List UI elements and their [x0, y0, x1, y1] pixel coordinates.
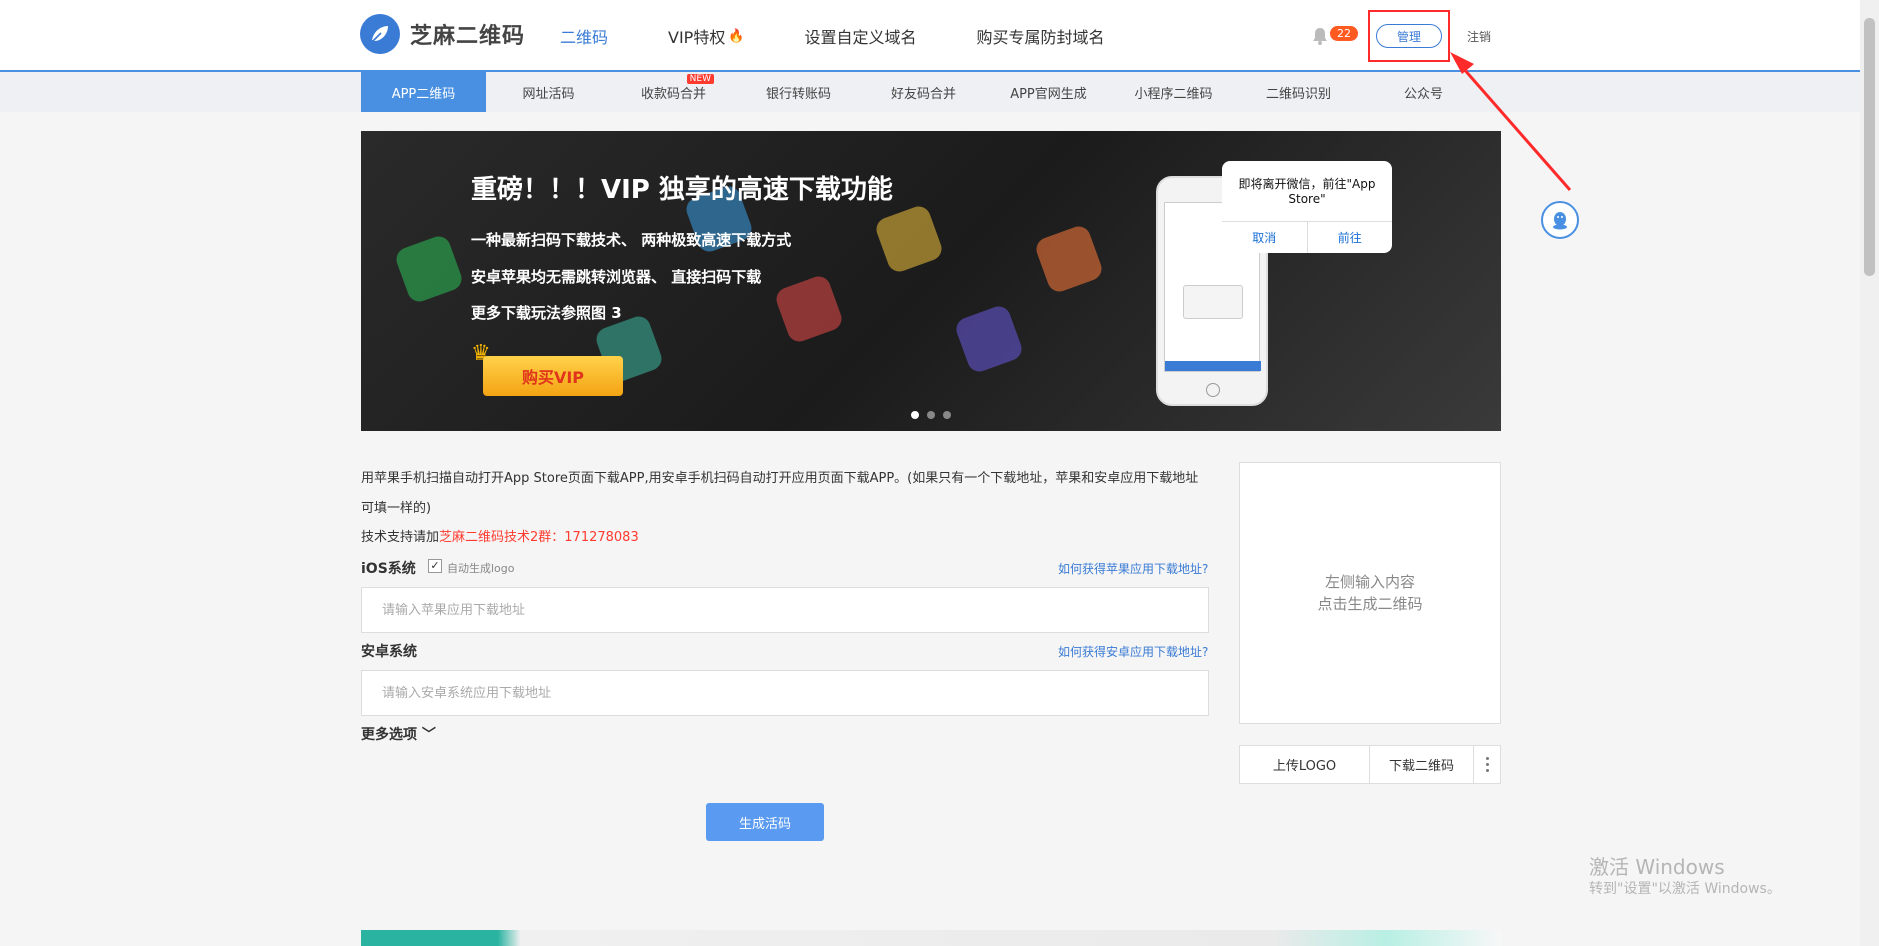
bottom-banner-peek [361, 930, 1501, 946]
windows-watermark-subtitle: 转到"设置"以激活 Windows。 [1589, 881, 1781, 897]
download-qr-button[interactable]: 下载二维码 [1369, 745, 1474, 784]
banner-line-2: 安卓苹果均无需跳转浏览器、 直接扫码下载 [471, 268, 762, 286]
more-options-label: 更多选项 [361, 727, 417, 743]
banner-line-3: 更多下载玩法参照图 3 [471, 304, 622, 322]
tab-miniprogram[interactable]: 小程序二维码 [1111, 72, 1236, 112]
windows-watermark-title: 激活 Windows [1589, 855, 1725, 879]
logo-text: 芝麻二维码 [410, 24, 526, 49]
app-tile-decor [773, 273, 845, 345]
dialog-go: 前往 [1337, 231, 1362, 245]
chevron-down-icon: ﹀ [421, 727, 436, 743]
scrollbar-thumb[interactable] [1864, 18, 1875, 276]
more-menu-button[interactable] [1473, 745, 1501, 784]
carousel-dots [911, 411, 951, 419]
buy-vip-button[interactable]: 购买VIP [483, 356, 623, 396]
qr-hint-line2: 点击生成二维码 [1317, 595, 1423, 613]
ios-label: iOS系统 [361, 561, 416, 577]
logo-leaf-icon [360, 14, 400, 54]
nav-qrcode[interactable]: 二维码 [560, 24, 608, 48]
support-prefix: 技术支持请加 [361, 530, 440, 545]
ios-help-link[interactable]: 如何获得苹果应用下载地址? [1058, 560, 1208, 577]
promo-banner[interactable]: 重磅！！！VIP 独享的高速下载功能 一种最新扫码下载技术、 两种极致高速下载方… [361, 131, 1501, 431]
tab-payment-merge-label: 收款码合并 [640, 86, 706, 102]
auto-logo-label: 自动生成logo [447, 562, 515, 575]
carousel-dot[interactable] [943, 411, 951, 419]
tab-app-qrcode[interactable]: APP二维码 [361, 72, 486, 112]
nav-vip-label: VIP特权 [668, 28, 726, 47]
android-label: 安卓系统 [361, 644, 417, 660]
description-text: 用苹果手机扫描自动打开App Store页面下载APP,用安卓手机扫码自动打开应… [361, 471, 1199, 516]
notification-badge: 22 [1330, 26, 1358, 41]
vertical-scrollbar[interactable] [1860, 0, 1879, 946]
tab-payment-merge[interactable]: 收款码合并 NEW [611, 72, 736, 112]
phone-home-button [1206, 383, 1220, 397]
banner-line-1: 一种最新扫码下载技术、 两种极致高速下载方式 [471, 231, 792, 249]
tab-app-site[interactable]: APP官网生成 [986, 72, 1111, 112]
app-store-dialog: 即将离开微信，前往"App Store" 取消 前往 [1222, 161, 1392, 253]
subtabs: APP二维码 网址活码 收款码合并 NEW 银行转账码 好友码合并 APP官网生成… [361, 72, 1486, 112]
android-url-input[interactable] [361, 670, 1209, 716]
qq-contact-icon[interactable] [1541, 201, 1579, 239]
tab-official-account[interactable]: 公众号 [1361, 72, 1486, 112]
more-options-toggle[interactable]: 更多选项 ﹀ [361, 724, 436, 744]
dialog-title: 即将离开微信，前往"App Store" [1238, 177, 1376, 206]
nav-custom-domain[interactable]: 设置自定义域名 [805, 24, 917, 48]
android-help-link[interactable]: 如何获得安卓应用下载地址? [1058, 643, 1208, 660]
generate-button[interactable]: 生成活码 [706, 803, 824, 841]
site-logo[interactable]: 芝麻二维码 [360, 14, 525, 54]
qr-hint-line1: 左侧输入内容 [1324, 573, 1415, 591]
dialog-cancel: 取消 [1222, 222, 1308, 253]
support-group-link[interactable]: 芝麻二维码技术2群：171278083 [439, 530, 639, 545]
qr-preview-panel: 左侧输入内容 点击生成二维码 [1239, 462, 1501, 724]
nav-vip[interactable]: VIP特权 🔥 [668, 24, 745, 48]
tab-qr-recognize[interactable]: 二维码识别 [1236, 72, 1361, 112]
top-header: 芝麻二维码 二维码 VIP特权 🔥 设置自定义域名 购买专属防封域名 22 管理 … [0, 0, 1860, 72]
tab-friend-merge[interactable]: 好友码合并 [861, 72, 986, 112]
bell-icon[interactable] [1310, 26, 1330, 46]
ios-url-input[interactable] [361, 587, 1209, 633]
support-text: 技术支持请加芝麻二维码技术2群：171278083 [361, 526, 639, 545]
fire-icon: 🔥 [728, 28, 745, 44]
more-vertical-icon [1485, 757, 1489, 772]
carousel-dot[interactable] [927, 411, 935, 419]
tab-url-dynamic[interactable]: 网址活码 [486, 72, 611, 112]
carousel-dot[interactable] [911, 411, 919, 419]
manage-button[interactable]: 管理 [1376, 24, 1442, 48]
banner-title: 重磅！！！VIP 独享的高速下载功能 [471, 175, 893, 205]
app-tile-decor [1033, 223, 1105, 295]
logout-link[interactable]: 注销 [1467, 28, 1491, 45]
tab-bank-transfer[interactable]: 银行转账码 [736, 72, 861, 112]
dialog-buttons: 取消 前往 [1222, 221, 1392, 253]
upload-logo-button[interactable]: 上传LOGO [1239, 745, 1370, 784]
app-tile-decor [393, 233, 465, 305]
new-badge: NEW [686, 74, 714, 84]
nav-buy-domain[interactable]: 购买专属防封域名 [977, 24, 1105, 48]
auto-logo-checkbox[interactable]: ✓ [428, 559, 442, 573]
app-tile-decor [953, 303, 1025, 375]
app-tile-decor [873, 203, 945, 275]
main-nav: 二维码 VIP特权 🔥 设置自定义域名 购买专属防封域名 [560, 24, 1165, 48]
